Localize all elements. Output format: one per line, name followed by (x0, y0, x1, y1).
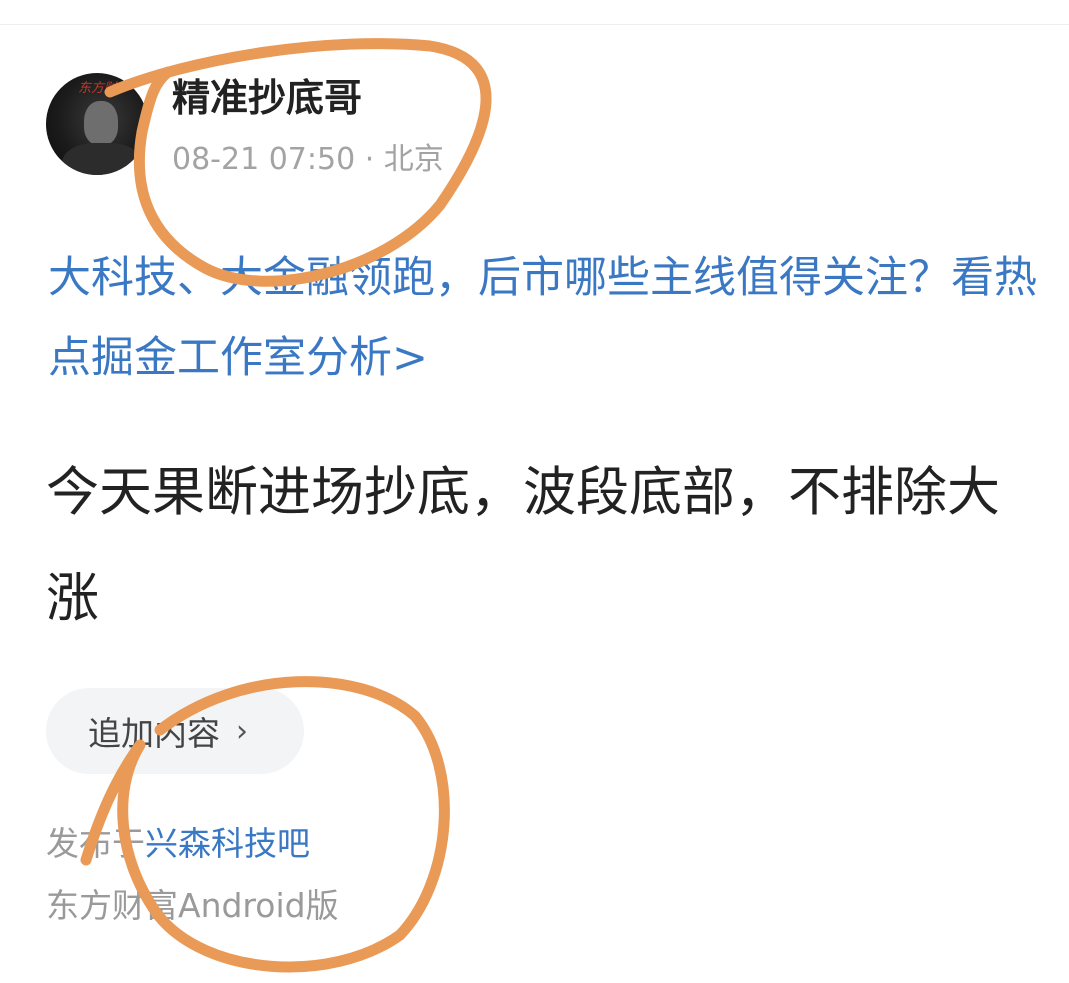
author-name[interactable]: 精准抄底哥 (172, 74, 362, 122)
avatar-face (84, 101, 118, 145)
promo-link[interactable]: 大科技、大金融领跑，后市哪些主线值得关注？看热点掘金工作室分析> (48, 238, 1038, 398)
forum-link[interactable]: 兴森科技吧 (145, 824, 310, 863)
avatar[interactable]: 东方财 (46, 73, 148, 175)
post-title: 今天果断进场抄底，波段底部，不排除大涨 (46, 462, 1000, 629)
top-divider (0, 24, 1069, 25)
add-content-button[interactable]: 追加内容 › (46, 688, 304, 774)
published-prefix: 发布于 (46, 824, 145, 863)
client-info: 东方财富Android版 (46, 886, 339, 925)
published-in: 发布于兴森科技吧 (46, 822, 310, 866)
chevron-right-icon: › (236, 713, 248, 749)
add-content-label: 追加内容 (88, 714, 220, 753)
avatar-body (62, 143, 142, 175)
post-meta: 08-21 07:50 · 北京 (172, 142, 444, 177)
avatar-watermark: 东方财 (78, 81, 118, 96)
